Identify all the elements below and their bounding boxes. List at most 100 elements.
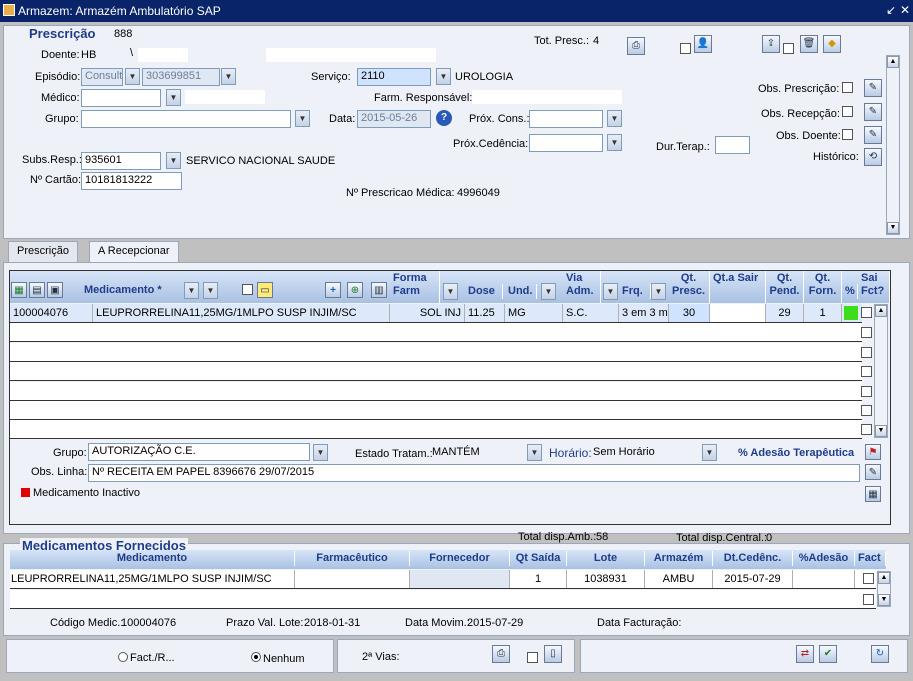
fornecidos-scrollbar[interactable]: ▲ ▼ xyxy=(877,571,891,607)
obs-prescricao-checkbox[interactable] xyxy=(842,82,853,93)
subs-resp-field[interactable]: 935601 xyxy=(81,152,161,170)
prescricao-scrollbar[interactable]: ▲ ▼ xyxy=(886,55,900,235)
scroll-down-icon[interactable]: ▼ xyxy=(887,222,899,234)
scroll-up-icon[interactable]: ▲ xyxy=(878,572,890,584)
table-row[interactable] xyxy=(10,343,872,362)
obs-linha-field[interactable]: Nº RECEITA EM PAPEL 8396676 29/07/2015 xyxy=(88,464,860,482)
sai-fct-checkbox[interactable] xyxy=(861,327,872,338)
prox-cons-field[interactable] xyxy=(529,110,603,128)
col-armazem-header: Armazém xyxy=(645,551,713,566)
episodio-number-field[interactable]: 303699851 xyxy=(142,68,220,86)
horario-dropdown[interactable]: ▼ xyxy=(702,444,717,461)
print-vias-icon[interactable]: ⎙ xyxy=(492,645,510,663)
calendar-icon[interactable]: ▦ xyxy=(865,486,881,502)
medico-dropdown[interactable]: ▼ xyxy=(166,89,181,106)
table-row[interactable] xyxy=(10,323,872,342)
obs-doente-checkbox[interactable] xyxy=(842,129,853,140)
table-row[interactable]: 100004076 LEUPRORRELINA11,25MG/1MLPO SUS… xyxy=(10,304,872,323)
add-icon[interactable]: + xyxy=(325,282,341,298)
fact-r-radio[interactable] xyxy=(118,652,128,662)
table-row[interactable] xyxy=(10,362,872,381)
table-row[interactable] xyxy=(10,382,872,401)
refresh-icon[interactable]: ↻ xyxy=(871,645,889,663)
estado-dropdown[interactable]: ▼ xyxy=(527,444,542,461)
warning-icon[interactable]: ◆ xyxy=(823,35,841,53)
forma-farm-dropdown[interactable]: ▼ xyxy=(443,283,458,300)
confirm-icon[interactable]: ✔ xyxy=(819,645,837,663)
episodio-type-dropdown[interactable]: ▼ xyxy=(125,68,140,85)
obs-doente-icon[interactable]: ✎ xyxy=(864,126,882,144)
export-icon[interactable]: ⇪ xyxy=(762,35,780,53)
table-row[interactable] xyxy=(10,401,872,420)
obs-recepcao-icon[interactable]: ✎ xyxy=(864,103,882,121)
note-icon[interactable]: ▭ xyxy=(257,282,273,298)
scroll-up-icon[interactable]: ▲ xyxy=(887,56,899,68)
sai-fct-checkbox[interactable] xyxy=(861,307,872,318)
prox-cons-dropdown[interactable]: ▼ xyxy=(607,110,622,127)
user-icon[interactable]: 👤 xyxy=(694,35,712,53)
medico-field[interactable] xyxy=(81,89,161,107)
medicamento-filter-dropdown[interactable]: ▼ xyxy=(203,282,218,299)
tab-a-recepcionar[interactable]: A Recepcionar xyxy=(89,241,179,262)
trash-icon[interactable]: 🗑 xyxy=(800,35,818,53)
episodio-type-field[interactable]: Consult xyxy=(81,68,123,86)
tab-prescricao[interactable]: Prescrição xyxy=(8,241,78,262)
print-icon[interactable]: ⎙ xyxy=(627,37,645,55)
line-grupo-dropdown[interactable]: ▼ xyxy=(313,444,328,461)
fact-checkbox[interactable] xyxy=(863,594,874,605)
historico-icon[interactable]: ⟲ xyxy=(864,148,882,166)
medicamento-sort-dropdown[interactable]: ▼ xyxy=(184,282,199,299)
grupo-dropdown[interactable]: ▼ xyxy=(295,110,310,127)
table-row[interactable] xyxy=(10,590,876,609)
fact-checkbox[interactable] xyxy=(863,573,874,584)
und-dropdown[interactable]: ▼ xyxy=(541,283,556,300)
save-icon[interactable]: ▣ xyxy=(47,282,63,298)
doc-icon[interactable]: ▤ xyxy=(29,282,45,298)
sai-fct-checkbox[interactable] xyxy=(861,405,872,416)
episodio-number-dropdown[interactable]: ▼ xyxy=(221,68,236,85)
servico-dropdown[interactable]: ▼ xyxy=(436,68,451,85)
help-icon[interactable]: ? xyxy=(436,110,452,126)
obs-recepcao-checkbox[interactable] xyxy=(842,106,853,117)
med-grid-scrollbar[interactable]: ▲ ▼ xyxy=(874,304,888,438)
subs-resp-dropdown[interactable]: ▼ xyxy=(166,152,181,169)
prox-cedencia-field[interactable] xyxy=(529,134,603,152)
frq-dropdown[interactable]: ▼ xyxy=(651,283,666,300)
close-icon[interactable]: ✕ xyxy=(898,3,912,17)
add-row-icon[interactable]: ⊕ xyxy=(347,282,363,298)
scroll-down-icon[interactable]: ▼ xyxy=(878,594,890,606)
estado-field[interactable]: MANTÉM xyxy=(432,446,522,462)
dur-terap-field[interactable] xyxy=(715,136,750,154)
vias-checkbox[interactable] xyxy=(527,652,538,663)
sai-fct-checkbox[interactable] xyxy=(861,366,872,377)
tot-presc-checkbox[interactable] xyxy=(680,43,691,54)
sai-fct-checkbox[interactable] xyxy=(861,424,872,435)
cartao-field[interactable]: 10181813222 xyxy=(81,172,182,190)
scroll-up-icon[interactable]: ▲ xyxy=(875,305,887,317)
row-qt-sair[interactable] xyxy=(710,304,766,322)
sai-fct-checkbox[interactable] xyxy=(861,347,872,358)
document-icon[interactable]: ▯ xyxy=(544,645,562,663)
nenhum-radio[interactable] xyxy=(251,652,261,662)
horario-field[interactable]: Sem Horário xyxy=(593,446,693,462)
obs-prescricao-icon[interactable]: ✎ xyxy=(864,79,882,97)
export-checkbox[interactable] xyxy=(783,43,794,54)
data-field[interactable]: 2015-05-26 xyxy=(357,110,431,128)
sai-fct-checkbox[interactable] xyxy=(861,386,872,397)
medicamento-checkbox[interactable] xyxy=(242,284,253,295)
table-row[interactable]: LEUPRORRELINA11,25MG/1MLPO SUSP INJIM/SC… xyxy=(10,570,876,589)
scroll-down-icon[interactable]: ▼ xyxy=(875,425,887,437)
prox-cedencia-dropdown[interactable]: ▼ xyxy=(607,134,622,151)
servico-code-field[interactable]: 2110 xyxy=(357,68,431,86)
obs-linha-icon[interactable]: ✎ xyxy=(865,464,881,480)
excel-icon[interactable]: ▦ xyxy=(11,282,27,298)
table-row[interactable] xyxy=(10,420,872,439)
adesao-icon[interactable]: ⚑ xyxy=(865,444,881,460)
screen-icon[interactable]: ▥ xyxy=(371,282,387,298)
row-frq: 3 em 3 me xyxy=(619,304,669,322)
minimize-icon[interactable]: ↙ xyxy=(884,3,898,17)
grupo-field[interactable] xyxy=(81,110,291,128)
line-grupo-field[interactable]: AUTORIZAÇÃO C.E. xyxy=(88,443,310,461)
via-adm-dropdown[interactable]: ▼ xyxy=(603,283,618,300)
transfer-icon[interactable]: ⇄ xyxy=(796,645,814,663)
